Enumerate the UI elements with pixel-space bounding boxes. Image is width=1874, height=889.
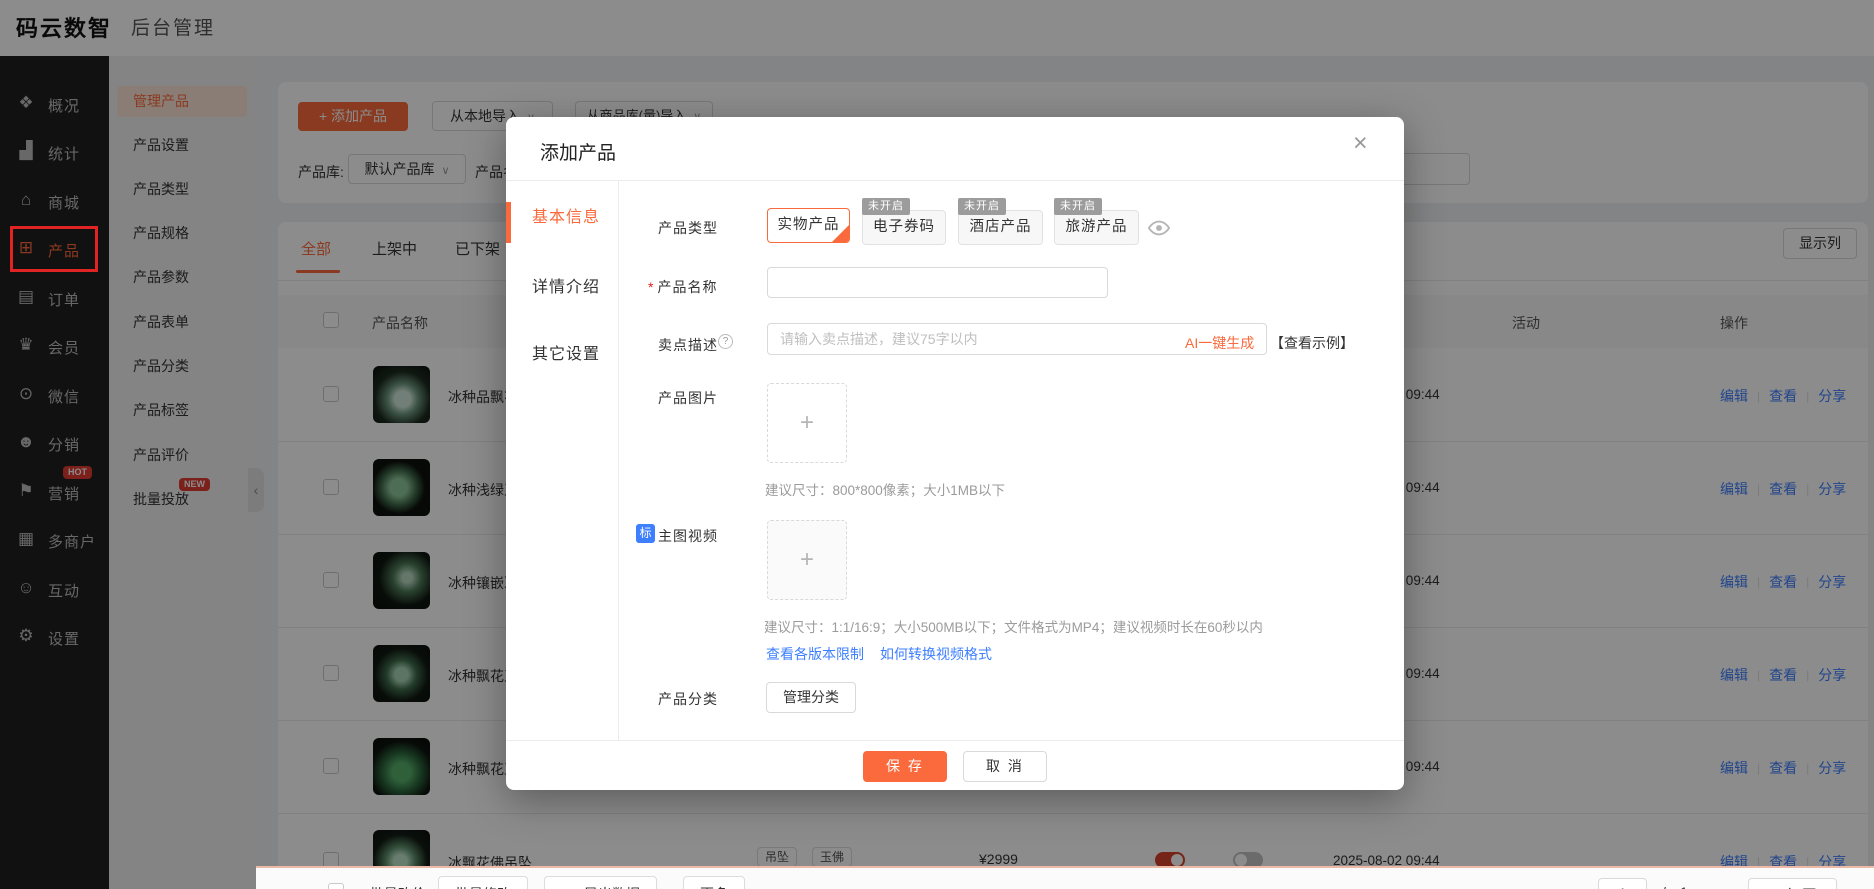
bulk-reprice-label[interactable]: ¥批量改价 [362, 884, 426, 889]
next-page-icon[interactable]: › [1708, 884, 1713, 889]
type-hotel-button[interactable]: 未开启 酒店产品 [958, 210, 1043, 245]
video-size-hint: 建议尺寸：1:1/16:9；大小500MB以下；文件格式为MP4；建议视频时长在… [764, 616, 1263, 636]
disabled-badge: 未开启 [1054, 198, 1102, 215]
plus-icon: + [800, 409, 814, 436]
modal-title: 添加产品 [540, 138, 616, 165]
disabled-badge: 未开启 [958, 198, 1006, 215]
more-button[interactable]: 更多 [683, 876, 745, 889]
modal-tab-divider [618, 180, 619, 740]
page-separator: / [1662, 884, 1666, 889]
disabled-badge: 未开启 [862, 198, 910, 215]
export-data-button[interactable]: 表导出数据 [544, 876, 657, 889]
manage-category-button[interactable]: 管理分类 [766, 682, 856, 713]
image-upload-box[interactable]: + [767, 383, 847, 463]
product-image-label: 产品图片 [658, 388, 718, 408]
product-name-label: *产品名称 [648, 277, 717, 297]
type-evoucher-button[interactable]: 未开启 电子券码 [862, 210, 946, 245]
bulk-edit-button[interactable]: 批量修改 [438, 876, 528, 889]
page-size-select[interactable]: 50条/页 [1748, 878, 1837, 889]
click-highlight-box [10, 226, 98, 272]
type-travel-button[interactable]: 未开启 旅游产品 [1054, 210, 1139, 245]
view-example-link[interactable]: 【查看示例】 [1270, 333, 1354, 353]
video-upload-box[interactable]: + [767, 520, 847, 600]
check-icon: ✓ [839, 209, 848, 242]
required-asterisk: * [648, 279, 654, 295]
product-type-label: 产品类型 [658, 218, 718, 238]
cancel-button[interactable]: 取 消 [963, 751, 1047, 782]
selling-point-label: 卖点描述 [658, 335, 718, 355]
app-root: 码云数智 后台管理 ❖概况 ▟统计 ⌂商城 ⊞产品 ▤订单 ♛会员 ⊙微信 ☻分… [0, 0, 1874, 889]
video-badge-icon: 标 [636, 524, 655, 543]
modal-tab-other[interactable]: 其它设置 [532, 340, 600, 364]
version-limit-link[interactable]: 查看各版本限制 [766, 644, 864, 664]
preview-eye-icon[interactable] [1148, 217, 1170, 239]
product-name-input[interactable] [767, 267, 1108, 298]
help-icon[interactable]: ? [718, 334, 733, 349]
prev-page-icon[interactable]: ‹ [1568, 884, 1573, 889]
convert-video-link[interactable]: 如何转换视频格式 [880, 644, 992, 664]
modal-header-divider [506, 180, 1404, 181]
plus-icon: + [800, 546, 814, 573]
active-tab-indicator [506, 202, 511, 243]
save-button[interactable]: 保 存 [863, 751, 947, 782]
image-size-hint: 建议尺寸：800*800像素；大小1MB以下 [765, 479, 1005, 499]
bulk-action-bar: ¥批量改价 批量修改 表导出数据 更多 ‹ 1 / 1 › 50条/页 [256, 866, 1874, 889]
total-pages: 1 [1680, 884, 1688, 889]
ai-generate-link[interactable]: AI一键生成 [1185, 333, 1254, 353]
type-physical-button[interactable]: 实物产品 ✓ [767, 208, 850, 243]
bulk-select-checkbox[interactable] [328, 883, 344, 889]
current-page[interactable]: 1 [1598, 878, 1647, 889]
modal-tab-basic[interactable]: 基本信息 [532, 203, 600, 227]
add-product-modal: 添加产品 × 基本信息 详情介绍 其它设置 产品类型 实物产品 ✓ 未开启 电子… [506, 117, 1404, 790]
product-category-label: 产品分类 [658, 689, 718, 709]
modal-tab-detail[interactable]: 详情介绍 [532, 273, 600, 297]
close-icon[interactable]: × [1353, 131, 1368, 156]
main-video-label: 主图视频 [658, 526, 718, 546]
modal-footer-divider [506, 740, 1404, 741]
